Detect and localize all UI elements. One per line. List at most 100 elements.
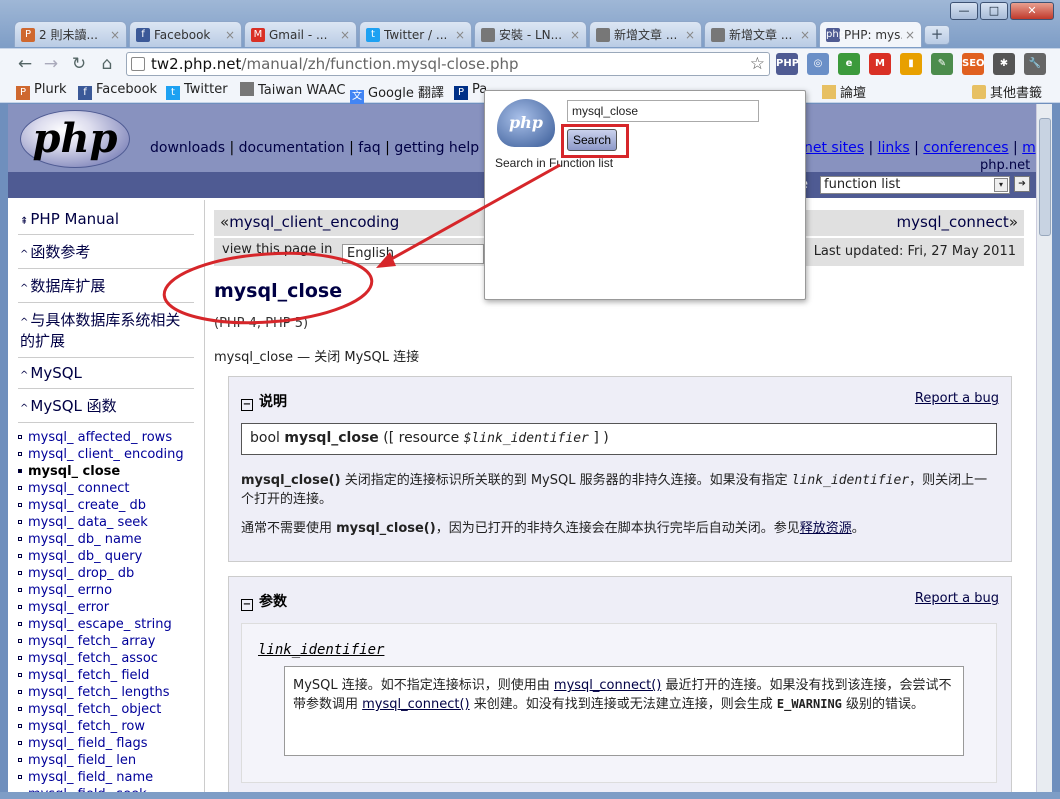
nav-link-1[interactable]: links [878,140,910,156]
tab-4[interactable]: 安裝 - LN... × [474,21,587,47]
stats-icon[interactable]: ▮ [900,53,922,75]
php-extension-icon[interactable]: PHP [776,53,799,75]
function-list-item[interactable]: mysql_ connect [18,480,194,497]
tab-0[interactable]: P 2 則未讀... × [14,21,127,47]
function-list-item[interactable]: mysql_ fetch_ array [18,633,194,650]
constant: E_WARNING [776,697,842,711]
function-list-item[interactable]: mysql_ field_ flags [18,735,194,752]
scrollbar-thumb[interactable] [1039,118,1051,236]
function-list-item[interactable]: mysql_ db_ name [18,531,194,548]
tab-6[interactable]: 新增文章 ... × [704,21,817,47]
bug-icon[interactable]: ✱ [993,53,1015,75]
tab-close-icon[interactable]: × [905,28,915,42]
description-heading[interactable]: − 说明 [241,391,287,411]
tab-2[interactable]: M Gmail - ... × [244,21,357,47]
bookmark-2[interactable]: t Twitter [166,82,228,100]
nav-link-3[interactable]: my [1022,140,1036,156]
prev-link[interactable]: mysql_client_encoding [229,213,399,231]
tab-close-icon[interactable]: × [455,28,465,42]
other-bookmarks[interactable]: 其他書籤 [972,82,1042,101]
nav-separator: | [1008,140,1023,156]
bookmark-6[interactable]: 論壇 [822,82,866,101]
bookmark-5[interactable]: P Pa [454,82,487,100]
tab-close-icon[interactable]: × [570,28,580,42]
bookmark-star-icon[interactable]: ☆ [750,53,765,75]
forward-icon[interactable]: → [40,53,62,75]
mysql-connect-link[interactable]: mysql_connect() [554,678,661,693]
nav-link-0[interactable]: downloads [150,140,225,156]
nav-link-2[interactable]: faq [358,140,380,156]
popup-search-button[interactable]: Search [567,129,617,151]
function-list-item[interactable]: mysql_ fetch_ lengths [18,684,194,701]
php-logo[interactable]: php [20,110,130,168]
bookmark-0[interactable]: P Plurk [16,82,67,100]
popup-search-input[interactable]: mysql_close [567,100,759,122]
search-scope-select[interactable]: function list ▾ [820,176,1010,194]
back-icon[interactable]: ← [14,53,36,75]
tab-5[interactable]: 新增文章 ... × [589,21,702,47]
nav-link-1[interactable]: documentation [239,140,345,156]
close-window-button[interactable]: ✕ [1010,2,1054,20]
nav-link-0[interactable]: net sites [804,140,864,156]
address-bar[interactable]: tw2.php.net/manual/zh/function.mysql-clo… [126,52,770,76]
report-bug-link[interactable]: Report a bug [915,391,999,406]
rss-icon[interactable]: ◎ [807,53,829,75]
sidebar-item-5[interactable]: ^ MySQL 函数 [18,389,194,423]
tab-1[interactable]: f Facebook × [129,21,242,47]
function-list-item[interactable]: mysql_ error [18,599,194,616]
report-bug-link[interactable]: Report a bug [915,591,999,606]
sidebar-item-3[interactable]: ^ 与具体数据库系统相关的扩展 [18,303,194,358]
nav-link-2[interactable]: conferences [923,140,1008,156]
sidebar-item-0[interactable]: ⇞ PHP Manual [18,204,194,235]
function-list-item[interactable]: mysql_ create_ db [18,497,194,514]
maximize-button[interactable]: □ [980,2,1008,20]
function-list-item[interactable]: mysql_ field_ name [18,769,194,786]
tab-close-icon[interactable]: × [685,28,695,42]
tab-7[interactable]: phpPHP: mys...× [819,21,922,47]
language-select[interactable]: English [342,244,484,264]
function-list-item[interactable]: mysql_ escape_ string [18,616,194,633]
sidebar-item-2[interactable]: ^ 数据库扩展 [18,269,194,303]
wrench-icon[interactable]: 🔧 [1024,53,1046,75]
clip-icon[interactable]: ✎ [931,53,953,75]
function-list-item[interactable]: mysql_ affected_ rows [18,429,194,446]
function-list-item[interactable]: mysql_ db_ query [18,548,194,565]
function-list-item[interactable]: mysql_ errno [18,582,194,599]
function-list-item[interactable]: mysql_ fetch_ object [18,701,194,718]
bookmark-3[interactable]: Taiwan WAAC [240,82,345,98]
search-go-button[interactable]: ➔ [1014,176,1030,192]
bookmark-4[interactable]: 文 Google 翻譯 [350,82,444,104]
next-link[interactable]: mysql_connect [897,213,1009,231]
gmail-ext-icon[interactable]: M [869,53,891,75]
tab-close-icon[interactable]: × [225,28,235,42]
collapse-icon[interactable]: − [241,599,253,611]
minimize-button[interactable]: — [950,2,978,20]
tab-close-icon[interactable]: × [800,28,810,42]
home-icon[interactable]: ⌂ [96,53,118,75]
nav-link-3[interactable]: getting help [394,140,479,156]
mysql-connect-link[interactable]: mysql_connect() [362,697,469,712]
function-list-item[interactable]: mysql_ close [18,463,194,480]
tab-3[interactable]: t Twitter / ... × [359,21,472,47]
tab-close-icon[interactable]: × [110,28,120,42]
free-resources-link[interactable]: 释放资源 [800,521,852,536]
collapse-icon[interactable]: − [241,399,253,411]
sidebar-item-4[interactable]: ^ MySQL [18,358,194,389]
evernote-icon[interactable]: e [838,53,860,75]
function-list-item[interactable]: mysql_ client_ encoding [18,446,194,463]
function-list-item[interactable]: mysql_ fetch_ field [18,667,194,684]
new-tab-button[interactable]: + [924,25,950,45]
parameters-heading[interactable]: − 参数 [241,591,287,611]
function-list-item[interactable]: mysql_ field_ len [18,752,194,769]
reload-icon[interactable]: ↻ [68,53,90,75]
sidebar-item-1[interactable]: ^ 函数参考 [18,235,194,269]
function-list-item[interactable]: mysql_ fetch_ assoc [18,650,194,667]
scrollbar[interactable] [1036,104,1052,792]
tab-close-icon[interactable]: × [340,28,350,42]
function-list-item[interactable]: mysql_ fetch_ row [18,718,194,735]
seo-icon[interactable]: SEO [962,53,985,75]
function-list-item[interactable]: mysql_ drop_ db [18,565,194,582]
nav-link-php-net[interactable]: php.net [980,158,1030,173]
function-list-item[interactable]: mysql_ data_ seek [18,514,194,531]
bookmark-1[interactable]: f Facebook [78,82,157,100]
